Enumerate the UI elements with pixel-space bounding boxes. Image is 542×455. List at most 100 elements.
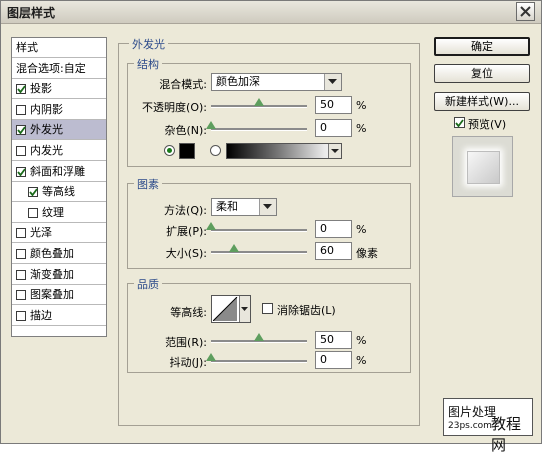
spread-label: 扩展(P): <box>166 225 207 238</box>
title-bar[interactable]: 图层样式 <box>1 1 541 24</box>
antialias-label: 消除锯齿(L) <box>277 304 336 317</box>
new-style-button[interactable]: 新建样式(W)... <box>434 92 530 111</box>
style-list-item[interactable]: 外发光 <box>12 120 106 141</box>
style-list-item[interactable]: 内发光 <box>12 141 106 161</box>
reset-button[interactable]: 复位 <box>434 64 530 83</box>
size-unit: 像素 <box>356 247 378 260</box>
watermark-line3: 教程网 <box>491 415 522 454</box>
style-list-item[interactable]: 光泽 <box>12 223 106 244</box>
style-list-item[interactable]: 描边 <box>12 306 106 326</box>
range-label: 范围(R): <box>165 336 207 349</box>
style-checkbox[interactable] <box>16 104 26 115</box>
method-label: 方法(Q): <box>164 204 207 217</box>
spread-slider-thumb[interactable] <box>206 222 216 230</box>
close-icon <box>520 6 531 17</box>
styles-list: 样式混合选项:自定投影 内阴影外发光内发光斜面和浮雕等高线 纹理 光泽 颜色叠加渐变叠加… <box>11 37 107 337</box>
blend-mode-value: 颜色加深 <box>216 75 260 88</box>
noise-slider-thumb[interactable] <box>206 121 216 129</box>
style-list-label: 描边 <box>30 308 52 322</box>
style-list-label: 斜面和浮雕 <box>30 164 85 178</box>
watermark: 图片处理 23ps.com 教程网 <box>443 398 533 454</box>
style-checkbox[interactable] <box>28 187 38 198</box>
glow-color-swatch[interactable] <box>179 143 195 159</box>
style-checkbox[interactable] <box>16 166 26 177</box>
checkmark-icon <box>17 85 26 94</box>
jitter-slider-track[interactable] <box>211 360 307 363</box>
method-value: 柔和 <box>216 200 238 213</box>
chevron-down-icon <box>331 149 339 153</box>
style-checkbox[interactable] <box>16 84 26 95</box>
style-list-item[interactable]: 颜色叠加 <box>12 244 106 264</box>
layer-style-dialog: 图层样式 样式混合选项:自定投影 内阴影外发光内发光斜面和浮雕等高线 纹理 光泽 颜色叠… <box>0 0 542 454</box>
style-list-item[interactable]: 混合选项:自定 <box>12 59 106 79</box>
percent-label: % <box>356 354 367 367</box>
style-checkbox[interactable] <box>16 290 26 301</box>
style-list-label: 内发光 <box>30 144 63 157</box>
gradient-dropdown[interactable] <box>328 144 341 158</box>
noise-input[interactable]: 0 <box>315 119 352 137</box>
checkmark-icon <box>455 119 464 128</box>
style-list-item[interactable]: 内阴影 <box>12 100 106 120</box>
contour-curve-icon <box>213 297 238 321</box>
spread-slider-track[interactable] <box>211 229 307 232</box>
opacity-slider-thumb[interactable] <box>254 98 264 106</box>
style-checkbox[interactable] <box>16 249 26 259</box>
gradient-radio[interactable] <box>210 145 221 156</box>
watermark-line2: 23ps.com <box>448 421 492 431</box>
style-list-item[interactable]: 投影 <box>12 79 106 100</box>
style-checkbox[interactable] <box>16 228 26 239</box>
antialias-checkbox[interactable] <box>262 303 273 314</box>
style-checkbox[interactable] <box>16 146 26 156</box>
dropdown-arrow <box>259 199 276 215</box>
style-checkbox[interactable] <box>16 269 26 280</box>
solid-color-radio[interactable] <box>164 145 175 156</box>
spread-input[interactable]: 0 <box>315 220 352 238</box>
noise-slider-track[interactable] <box>211 128 307 131</box>
preview-checkbox[interactable] <box>454 117 465 128</box>
style-list-item[interactable]: 纹理 <box>12 203 106 223</box>
contour-dropdown[interactable] <box>239 296 250 322</box>
blend-mode-select[interactable]: 颜色加深 <box>211 73 342 91</box>
style-list-label: 混合选项:自定 <box>16 61 86 75</box>
blend-mode-label: 混合模式: <box>159 78 207 91</box>
checkmark-icon <box>17 168 26 177</box>
opacity-label: 不透明度(O): <box>142 101 207 114</box>
size-slider-track[interactable] <box>211 251 307 254</box>
gradient-picker[interactable] <box>226 143 342 159</box>
style-checkbox[interactable] <box>16 125 26 136</box>
noise-label: 杂色(N): <box>164 124 207 137</box>
chevron-down-icon <box>328 79 337 84</box>
range-input[interactable]: 50 <box>315 331 352 349</box>
opacity-input[interactable]: 50 <box>315 96 352 114</box>
jitter-label: 抖动(J): <box>169 356 207 369</box>
jitter-slider-thumb[interactable] <box>206 353 216 361</box>
watermark-line1: 图片处理 <box>448 405 497 419</box>
chevron-down-icon <box>241 307 248 311</box>
size-slider-thumb[interactable] <box>229 244 240 252</box>
style-checkbox[interactable] <box>28 207 38 218</box>
radio-dot <box>167 148 172 153</box>
range-slider-thumb[interactable] <box>254 333 264 341</box>
style-checkbox[interactable] <box>16 310 26 321</box>
dropdown-arrow <box>324 74 341 90</box>
style-list-item[interactable]: 样式 <box>12 38 106 58</box>
style-list-item[interactable]: 等高线 <box>12 182 106 203</box>
style-list-label: 外发光 <box>30 123 63 137</box>
preview-label: 预览(V) <box>468 118 507 131</box>
close-button[interactable] <box>516 2 535 21</box>
ok-button[interactable]: 确定 <box>434 37 530 56</box>
percent-label: % <box>356 223 367 236</box>
elements-title: 图素 <box>134 176 162 192</box>
method-select[interactable]: 柔和 <box>211 198 277 216</box>
style-list-item[interactable]: 渐变叠加 <box>12 265 106 285</box>
size-input[interactable]: 60 <box>315 242 352 260</box>
jitter-input[interactable]: 0 <box>315 351 352 369</box>
window-title: 图层样式 <box>7 6 56 20</box>
style-list-item[interactable]: 图案叠加 <box>12 285 106 306</box>
style-list-label: 渐变叠加 <box>30 267 74 281</box>
style-list-item[interactable]: 斜面和浮雕 <box>12 162 106 182</box>
chevron-down-icon <box>263 204 272 209</box>
checkmark-icon <box>17 126 26 135</box>
percent-label: % <box>356 99 367 112</box>
contour-picker[interactable] <box>211 295 251 323</box>
